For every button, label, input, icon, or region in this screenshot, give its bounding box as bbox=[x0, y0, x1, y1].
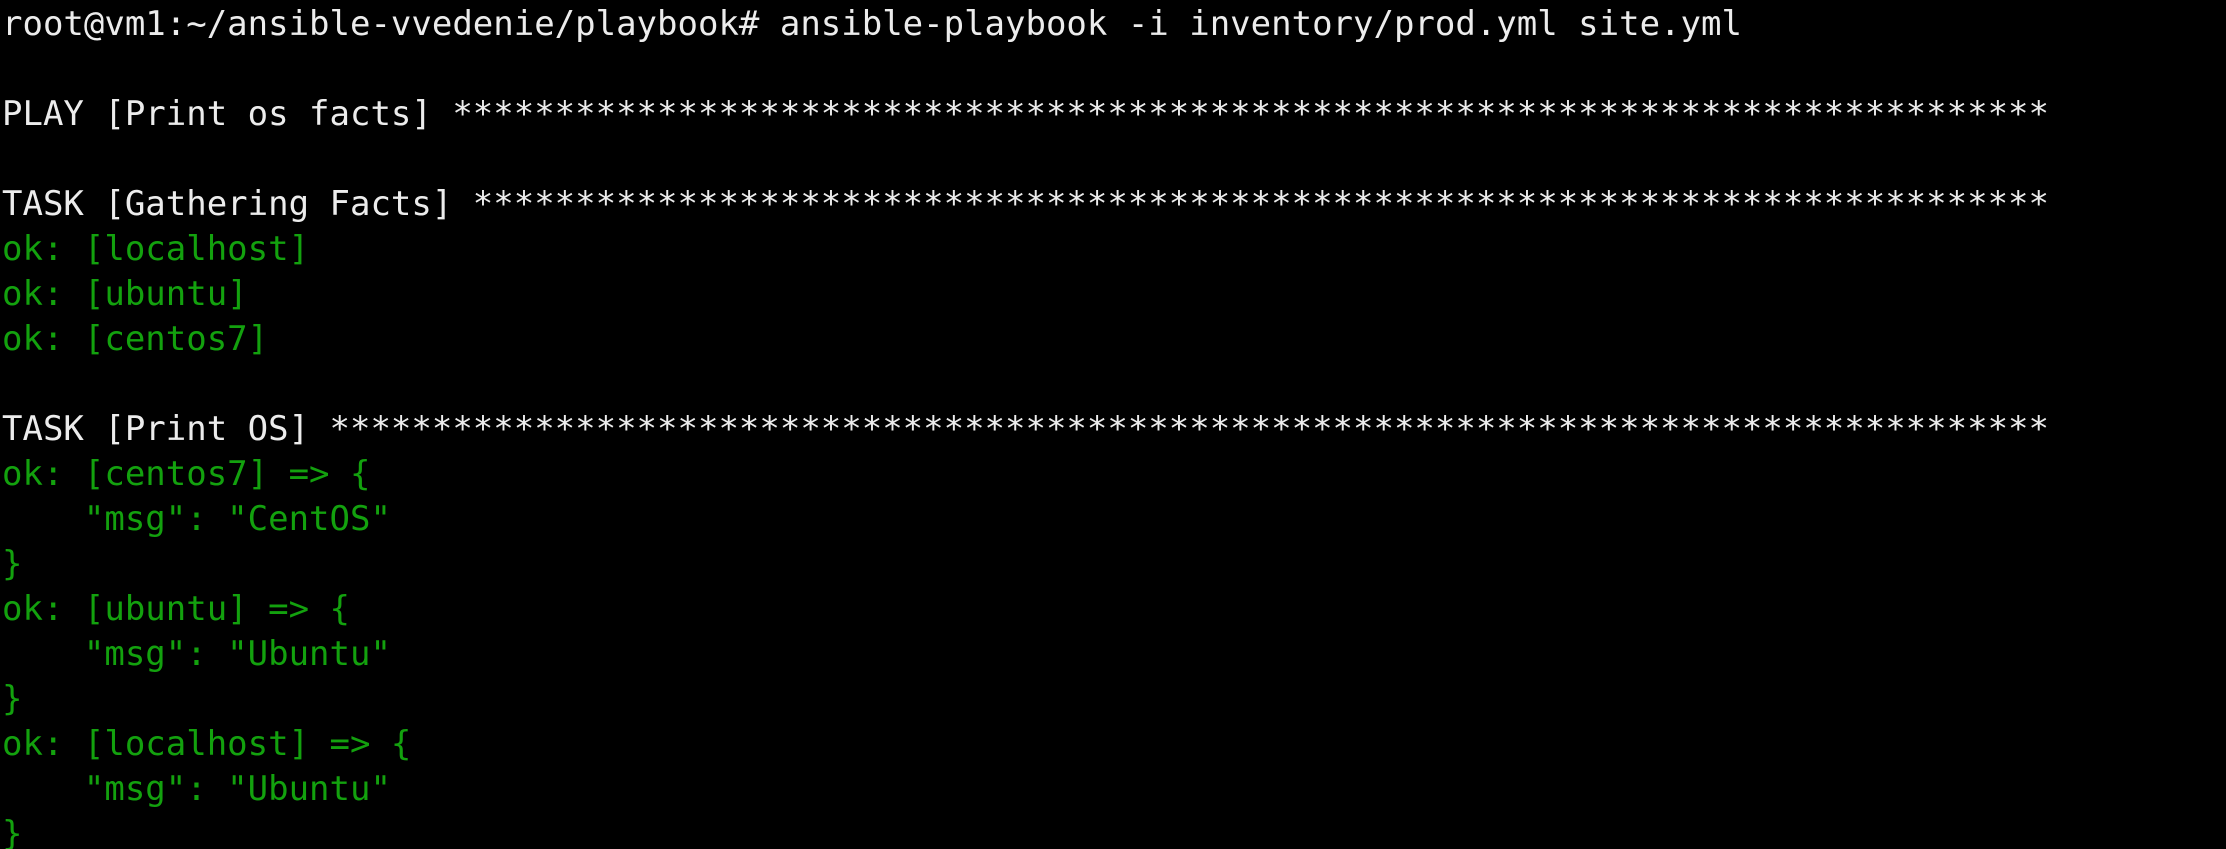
terminal-window[interactable]: root@vm1:~/ansible-vvedenie/playbook# an… bbox=[0, 0, 2226, 849]
task-result-line: } bbox=[2, 679, 23, 719]
task-result-msg-line: "msg": "Ubuntu" bbox=[2, 769, 391, 809]
task-result-line: } bbox=[2, 544, 23, 584]
task-result-msg-line: "msg": "CentOS" bbox=[2, 499, 391, 539]
task-result-line: } bbox=[2, 814, 23, 849]
task-result-line: ok: [localhost] => { bbox=[2, 724, 412, 764]
task-result-line: ok: [ubuntu] bbox=[2, 274, 248, 314]
play-header-line: PLAY [Print os facts] ******************… bbox=[2, 94, 2049, 134]
task-result-line: ok: [centos7] bbox=[2, 319, 269, 359]
command-prompt-line: root@vm1:~/ansible-vvedenie/playbook# an… bbox=[2, 4, 1742, 44]
task-result-line: ok: [ubuntu] => { bbox=[2, 589, 350, 629]
task-result-msg-line: "msg": "Ubuntu" bbox=[2, 634, 391, 674]
task-header-gathering-facts: TASK [Gathering Facts] *****************… bbox=[2, 184, 2049, 224]
task-header-print-os: TASK [Print OS] ************************… bbox=[2, 409, 2049, 449]
task-result-line: ok: [centos7] => { bbox=[2, 454, 371, 494]
task-result-line: ok: [localhost] bbox=[2, 229, 310, 269]
